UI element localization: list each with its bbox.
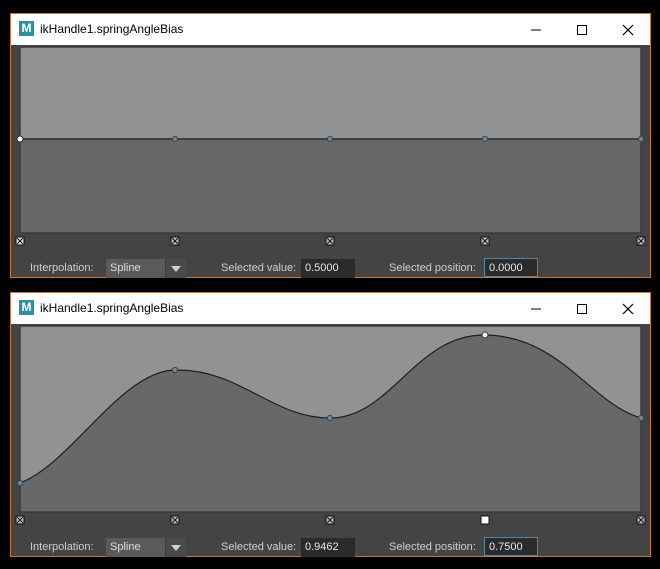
key-point[interactable] [326,414,334,422]
key-handle-icon[interactable] [325,515,335,525]
minimize-button[interactable] [513,293,559,324]
interpolation-value: Spline [110,541,141,553]
maximize-button[interactable] [559,14,605,45]
maximize-icon [577,304,587,314]
selected-value-label: Selected value: [221,262,297,274]
window-title: ikHandle1.springAngleBias [40,22,184,36]
key-point[interactable] [637,414,645,422]
key-handle-icon[interactable] [170,515,180,525]
key-handle-icon[interactable] [636,236,646,246]
maximize-button[interactable] [559,293,605,324]
key-point[interactable] [171,366,179,374]
interpolation-dropdown[interactable]: Spline [106,259,186,278]
close-button[interactable] [605,293,651,324]
key-point[interactable] [637,135,645,143]
title-bar[interactable]: M ikHandle1.springAngleBias [11,293,650,324]
maya-app-icon: M [19,21,34,36]
key-point[interactable] [481,331,489,339]
selected-position: 0.0000 [489,262,523,274]
key-handle-icon[interactable] [636,515,646,525]
maximize-icon [577,25,587,35]
key-handle-icon[interactable] [15,236,25,246]
key-point[interactable] [16,135,24,143]
title-bar[interactable]: M ikHandle1.springAngleBias [11,14,650,45]
selected-value-field[interactable]: 0.9462 [301,538,355,557]
ramp-editor-window-1: M ikHandle1.springAngleBias Interpolatio… [10,13,651,278]
key-handle-icon[interactable] [15,515,25,525]
selected-position-label: Selected position: [389,541,476,553]
selected-position-field[interactable]: 0.0000 [484,258,538,277]
selected-position: 0.7500 [489,541,523,553]
selected-position-field[interactable]: 0.7500 [484,537,538,556]
interpolation-value: Spline [110,262,141,274]
ramp-graph[interactable] [11,45,650,263]
key-handle-icon[interactable] [480,236,490,246]
maya-app-icon: M [19,300,34,315]
minimize-button[interactable] [513,14,559,45]
key-handle-icon[interactable] [325,236,335,246]
close-icon [622,24,634,36]
interpolation-label: Interpolation: [30,262,94,274]
chevron-down-icon[interactable] [165,538,186,557]
close-icon [622,303,634,315]
selected-value-label: Selected value: [221,541,297,553]
interpolation-dropdown[interactable]: Spline [106,538,186,557]
window-title: ikHandle1.springAngleBias [40,301,184,315]
ramp-graph[interactable] [11,324,650,542]
key-handle-icon[interactable] [480,515,490,525]
selected-value-field[interactable]: 0.5000 [301,259,355,278]
chevron-down-icon[interactable] [165,259,186,278]
interpolation-label: Interpolation: [30,541,94,553]
selected-value: 0.9462 [305,541,339,553]
key-point[interactable] [326,135,334,143]
graph-area-below [20,139,641,233]
key-point[interactable] [16,479,24,487]
selected-position-label: Selected position: [389,262,476,274]
minimize-icon [531,29,541,31]
key-handle-icon[interactable] [170,236,180,246]
close-button[interactable] [605,14,651,45]
ramp-editor-window-2: M ikHandle1.springAngleBias Interpolatio… [10,292,651,557]
key-point[interactable] [171,135,179,143]
minimize-icon [531,308,541,310]
selected-value: 0.5000 [305,262,339,274]
key-point[interactable] [481,135,489,143]
